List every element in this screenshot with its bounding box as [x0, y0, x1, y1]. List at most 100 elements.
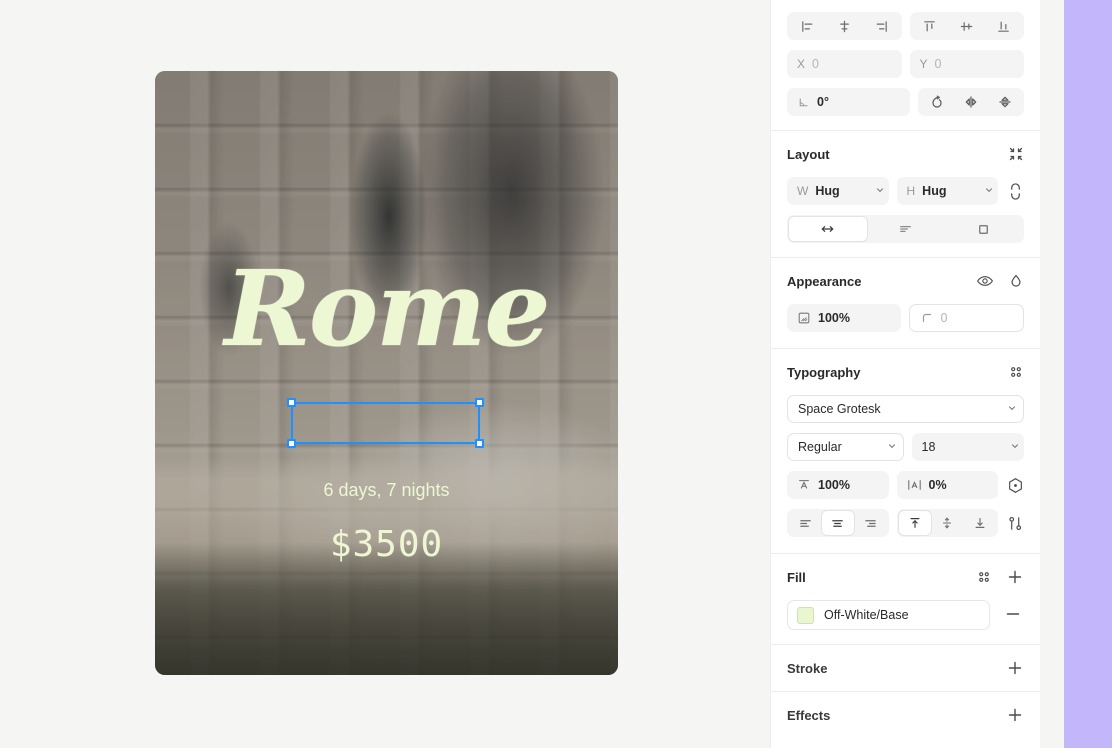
corner-radius-value: 0 [940, 311, 948, 325]
fill-item-row: Off-White/Base [787, 600, 1024, 630]
align-left-button[interactable] [789, 14, 826, 38]
panel-gutter [1040, 0, 1064, 748]
chevron-down-icon[interactable] [1010, 440, 1020, 454]
accent-strip [1064, 0, 1112, 748]
canvas-area[interactable]: Rome 6 days, 7 nights $3500 [0, 0, 770, 748]
position-x-value: 0 [812, 57, 819, 71]
collapse-icon[interactable] [1008, 146, 1024, 162]
text-valign-middle-button[interactable] [931, 511, 964, 535]
transform-actions-group [917, 88, 1024, 116]
chevron-down-icon[interactable] [875, 184, 885, 198]
add-effect-button[interactable] [1006, 706, 1024, 724]
font-family-value: Space Grotesk [798, 402, 881, 416]
width-field[interactable]: W Hug [787, 177, 889, 205]
text-align-center-button[interactable] [821, 511, 854, 535]
typography-header: Typography [787, 349, 1024, 395]
chevron-down-icon[interactable] [984, 184, 994, 198]
text-align-left-icon [798, 517, 813, 530]
text-align-right-icon [863, 517, 878, 530]
width-label: W [797, 184, 809, 198]
fixed-size-icon [976, 222, 991, 237]
selection-bounding-box[interactable] [287, 398, 484, 448]
position-y-field[interactable]: Y 0 [909, 50, 1024, 78]
font-weight-field[interactable]: Regular [787, 433, 904, 461]
stroke-title: Stroke [787, 660, 828, 676]
fill-section: Fill Off-White/Base [771, 554, 1040, 630]
rotate-button[interactable] [920, 90, 954, 114]
align-top-button[interactable] [912, 14, 949, 38]
opacity-field[interactable]: 100% [787, 304, 901, 332]
effects-title: Effects [787, 707, 831, 723]
constrain-proportions-icon[interactable] [1006, 182, 1024, 200]
text-layer-title[interactable]: Rome [155, 257, 618, 361]
text-align-left-button[interactable] [789, 511, 822, 535]
appearance-section: Appearance 100% 0 [771, 258, 1040, 332]
align-vertical-group [909, 12, 1024, 40]
text-align-right-button[interactable] [854, 511, 887, 535]
add-fill-button[interactable] [1006, 568, 1024, 586]
add-stroke-button[interactable] [1006, 659, 1024, 677]
text-layer-price[interactable]: $3500 [155, 527, 618, 563]
height-label: H [906, 184, 916, 198]
fixed-size-button[interactable] [944, 217, 1022, 241]
layout-section: Layout W Hug H Hug [771, 131, 1040, 243]
text-valign-group [896, 509, 998, 537]
height-field[interactable]: H Hug [896, 177, 998, 205]
chevron-down-icon[interactable] [1007, 402, 1017, 416]
fill-options-icon[interactable] [976, 569, 992, 585]
align-top-icon [922, 19, 937, 34]
align-horizontal-group [787, 12, 902, 40]
text-align-horizontal-group [787, 509, 889, 537]
flip-vertical-button[interactable] [988, 90, 1022, 114]
text-valign-top-button[interactable] [898, 511, 931, 535]
rotation-field[interactable]: 0° [787, 88, 910, 116]
fill-title: Fill [787, 569, 806, 585]
font-size-field[interactable]: 18 [911, 433, 1024, 461]
align-row [787, 12, 1024, 40]
eye-icon[interactable] [976, 272, 994, 290]
selection-handle-bottom-left[interactable] [287, 439, 296, 448]
text-valign-bottom-button[interactable] [964, 511, 997, 535]
align-right-button[interactable] [863, 14, 900, 38]
align-center-vertical-icon [959, 19, 974, 34]
text-valign-bottom-icon [973, 516, 987, 530]
auto-width-icon [819, 222, 836, 236]
align-bottom-button[interactable] [985, 14, 1022, 38]
position-y-label: Y [919, 57, 928, 71]
font-variables-icon[interactable] [1006, 477, 1024, 494]
width-value: Hug [815, 184, 840, 198]
size-row: W Hug H Hug [787, 177, 1024, 205]
align-center-vertical-button[interactable] [948, 14, 985, 38]
effects-section[interactable]: Effects [771, 692, 1040, 738]
transform-section: X 0 Y 0 0° [771, 0, 1040, 116]
type-settings-icon[interactable] [1006, 515, 1024, 532]
type-options-icon[interactable] [1008, 364, 1024, 380]
letter-spacing-field[interactable]: 0% [896, 471, 998, 499]
corner-radius-field[interactable]: 0 [908, 304, 1024, 332]
layout-title: Layout [787, 146, 830, 162]
appearance-row: 100% 0 [787, 304, 1024, 332]
align-center-horizontal-button[interactable] [826, 14, 863, 38]
text-layer-subtitle[interactable]: 6 days, 7 nights [155, 481, 618, 499]
stroke-section[interactable]: Stroke [771, 645, 1040, 691]
font-weight-value: Regular [798, 440, 842, 454]
fill-color-swatch[interactable] [797, 606, 814, 624]
text-align-center-icon [830, 517, 845, 530]
design-frame[interactable]: Rome 6 days, 7 nights $3500 [155, 71, 618, 675]
auto-width-button[interactable] [789, 217, 867, 241]
angle-icon [797, 96, 810, 109]
text-valign-middle-icon [940, 516, 954, 530]
auto-height-button[interactable] [867, 217, 945, 241]
selection-handle-top-left[interactable] [287, 398, 296, 407]
blend-mode-droplet-icon[interactable] [1008, 273, 1024, 290]
fill-color-name: Off-White/Base [824, 608, 909, 622]
font-family-field[interactable]: Space Grotesk [787, 395, 1024, 423]
line-height-field[interactable]: 100% [787, 471, 889, 499]
selection-handle-top-right[interactable] [475, 398, 484, 407]
position-x-field[interactable]: X 0 [787, 50, 902, 78]
remove-fill-button[interactable] [1002, 605, 1024, 626]
fill-color-field[interactable]: Off-White/Base [787, 600, 990, 630]
flip-horizontal-button[interactable] [954, 90, 988, 114]
chevron-down-icon[interactable] [887, 440, 897, 454]
selection-handle-bottom-right[interactable] [475, 439, 484, 448]
